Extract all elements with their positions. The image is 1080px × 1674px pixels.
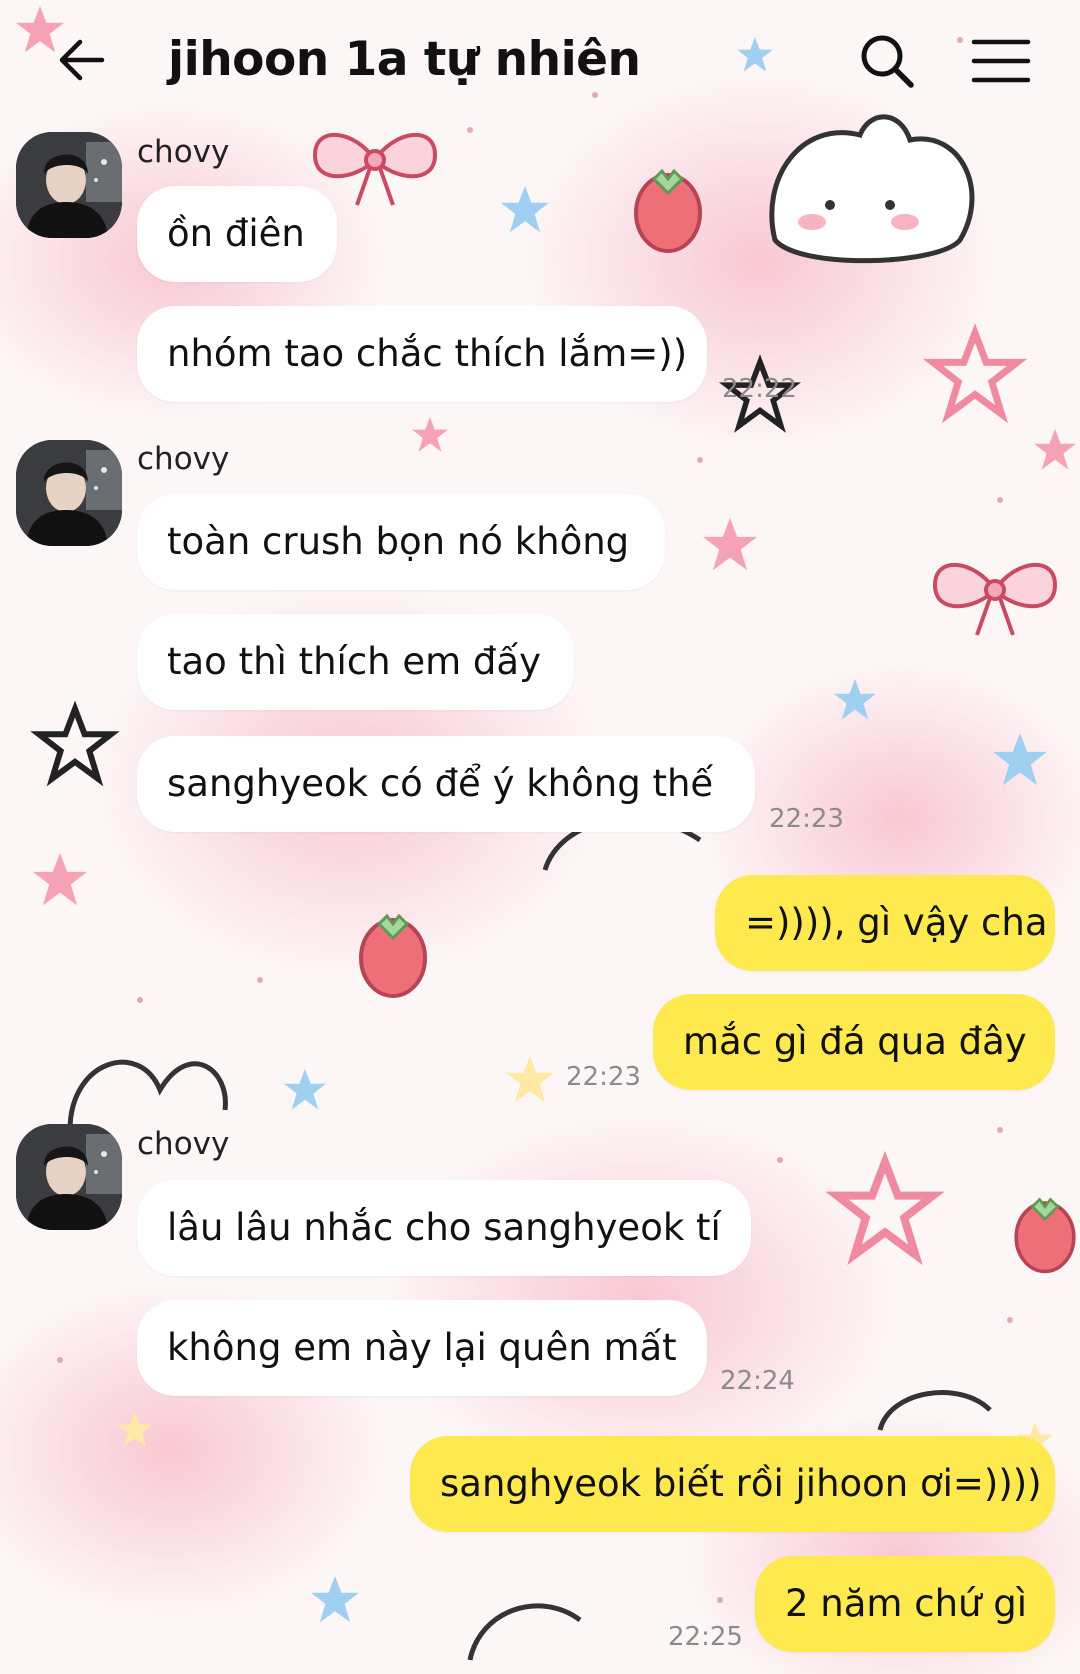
back-arrow-icon[interactable] — [52, 30, 112, 90]
message-time: 22:23 — [769, 804, 844, 834]
message-bubble-sent[interactable]: 2 năm chứ gì — [755, 1556, 1055, 1652]
message-bubble-sent[interactable]: sanghyeok biết rồi jihoon ơi=)))) — [410, 1436, 1055, 1532]
message-time: 22:25 — [668, 1622, 743, 1652]
chat-title: jihoon 1a tự nhiên — [168, 32, 641, 87]
sender-name: chovy — [137, 441, 230, 477]
message-time: 22:24 — [720, 1366, 795, 1396]
message-bubble-received[interactable]: toàn crush bọn nó không — [137, 494, 665, 590]
message-bubble-received[interactable]: lâu lâu nhắc cho sanghyeok tí — [137, 1180, 751, 1276]
hamburger-menu-icon[interactable] — [970, 36, 1032, 86]
message-bubble-received[interactable]: không em này lại quên mất — [137, 1300, 707, 1396]
sender-name: chovy — [137, 1126, 230, 1162]
search-icon[interactable] — [858, 32, 916, 90]
message-bubble-received[interactable]: sanghyeok có để ý không thế — [137, 736, 755, 832]
avatar[interactable] — [16, 440, 122, 546]
avatar[interactable] — [16, 1124, 122, 1230]
message-bubble-sent[interactable]: =)))), gì vậy cha — [715, 875, 1055, 971]
message-bubble-received[interactable]: tao thì thích em đấy — [137, 614, 574, 710]
message-bubble-received[interactable]: ồn điên — [137, 186, 337, 282]
avatar[interactable] — [16, 132, 122, 238]
message-bubble-sent[interactable]: mắc gì đá qua đây — [653, 994, 1055, 1090]
message-bubble-received[interactable]: nhóm tao chắc thích lắm=)) — [137, 306, 707, 402]
message-time: 22:23 — [566, 1062, 641, 1092]
message-time: 22:22 — [722, 374, 797, 404]
sender-name: chovy — [137, 134, 230, 170]
chat-header: jihoon 1a tự nhiên — [0, 0, 1080, 120]
